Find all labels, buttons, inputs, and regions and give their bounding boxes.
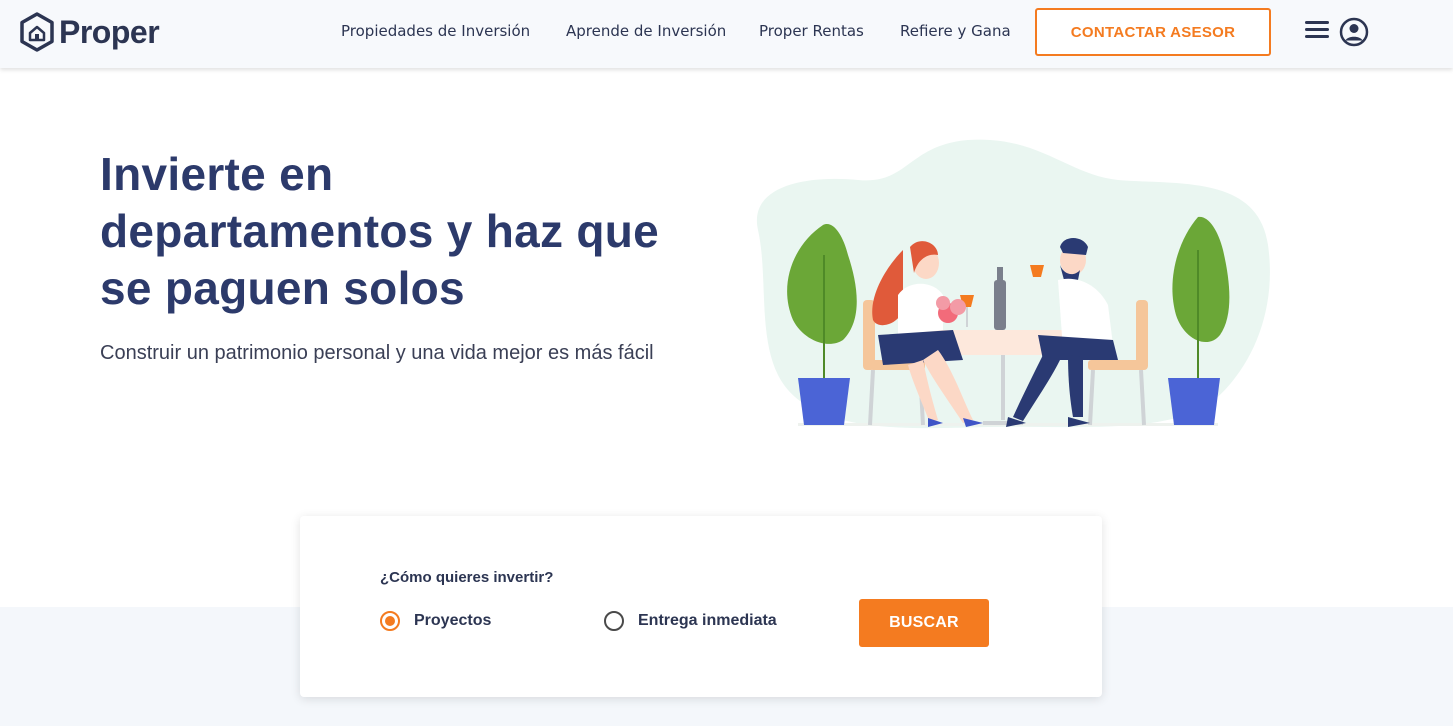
nav-aprende-inversion[interactable]: Aprende de Inversión — [566, 22, 726, 40]
option-proyectos-radio[interactable]: Proyectos — [380, 611, 491, 631]
nav-proper-rentas[interactable]: Proper Rentas — [759, 22, 864, 40]
option-entrega-inmediata-radio[interactable]: Entrega inmediata — [604, 611, 777, 631]
contact-advisor-button[interactable]: CONTACTAR ASESOR — [1035, 8, 1271, 56]
radio-selected-icon — [380, 611, 400, 631]
couple-dinner-illustration — [756, 139, 1270, 429]
brand-logo[interactable]: Proper — [19, 12, 160, 52]
nav-propiedades-inversion[interactable]: Propiedades de Inversión — [341, 22, 530, 40]
house-hexagon-icon — [20, 12, 54, 52]
search-card: ¿Cómo quieres invertir? Proyectos Entreg… — [300, 516, 1102, 697]
radio-unselected-icon — [604, 611, 624, 631]
nav-refiere-gana[interactable]: Refiere y Gana — [900, 22, 1011, 40]
hero-subtitle: Construir un patrimonio personal y una v… — [100, 342, 654, 364]
user-icon[interactable] — [1339, 17, 1369, 47]
brand-name: Proper — [59, 13, 160, 50]
search-button[interactable]: BUSCAR — [859, 599, 989, 647]
site-header: Proper Propiedades de Inversión Aprende … — [0, 0, 1453, 68]
option-label: Entrega inmediata — [638, 612, 777, 629]
search-question: ¿Cómo quieres invertir? — [380, 569, 554, 586]
hero-title: Invierte en departamentos y haz que se p… — [100, 148, 660, 314]
menu-icon[interactable] — [1305, 21, 1329, 41]
option-label: Proyectos — [414, 612, 492, 629]
